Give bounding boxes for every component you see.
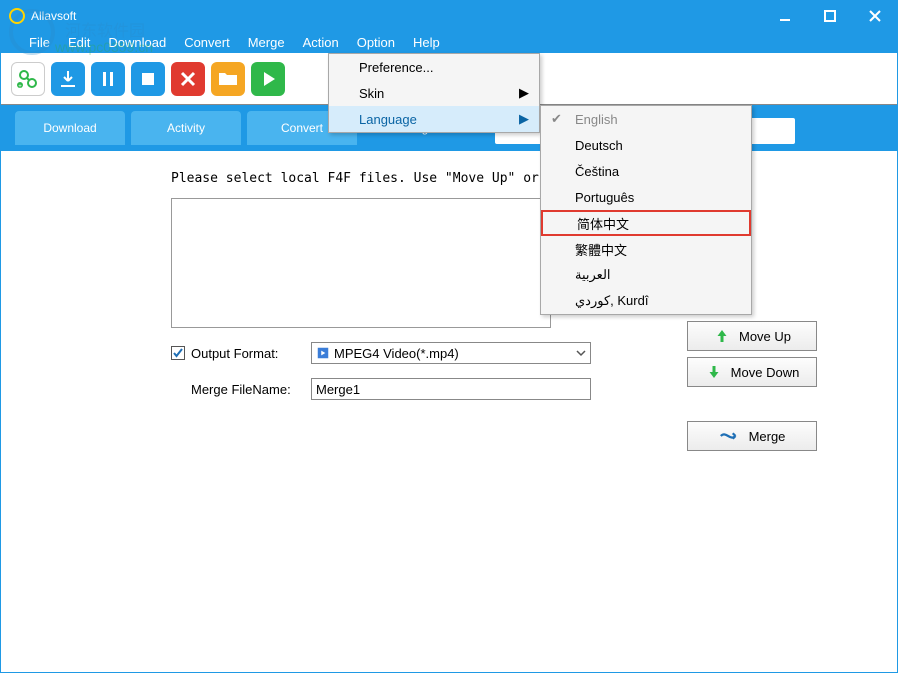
lang-kurdish[interactable]: كوردي, Kurdî bbox=[541, 288, 751, 314]
lang-traditional-chinese[interactable]: 繁體中文 bbox=[541, 236, 751, 262]
lang-deutsch[interactable]: Deutsch bbox=[541, 132, 751, 158]
menu-merge[interactable]: Merge bbox=[248, 35, 285, 50]
merge-button[interactable]: Merge bbox=[687, 421, 817, 451]
merge-label: Merge bbox=[749, 429, 786, 444]
menu-option[interactable]: Option bbox=[357, 35, 395, 50]
merge-arrow-icon bbox=[719, 428, 741, 444]
lang-portugues[interactable]: Português bbox=[541, 184, 751, 210]
output-format-combo[interactable]: MPEG4 Video(*.mp4) bbox=[311, 342, 591, 364]
svg-text:+: + bbox=[18, 84, 22, 90]
merge-panel: Please select local F4F files. Use "Move… bbox=[1, 151, 897, 400]
move-up-button[interactable]: Move Up bbox=[687, 321, 817, 351]
tab-download[interactable]: Download bbox=[15, 111, 125, 145]
output-format-checkbox[interactable] bbox=[171, 346, 185, 360]
chevron-down-icon bbox=[576, 348, 586, 358]
merge-filename-input[interactable]: Merge1 bbox=[311, 378, 591, 400]
move-up-label: Move Up bbox=[739, 329, 791, 344]
tab-activity[interactable]: Activity bbox=[131, 111, 241, 145]
output-format-label: Output Format: bbox=[191, 346, 311, 361]
check-icon: ✔ bbox=[551, 111, 562, 127]
app-logo-icon bbox=[9, 8, 25, 24]
move-down-label: Move Down bbox=[731, 365, 800, 380]
output-format-value: MPEG4 Video(*.mp4) bbox=[334, 346, 459, 361]
app-window: 河东软件园 www.pc0359.cn Allavsoft File Edit … bbox=[0, 0, 898, 673]
caret-right-icon: ▶ bbox=[519, 85, 529, 101]
lang-english[interactable]: ✔English bbox=[541, 106, 751, 132]
caret-right-icon: ▶ bbox=[519, 111, 529, 127]
minimize-button[interactable] bbox=[762, 1, 807, 31]
option-language[interactable]: Language▶ bbox=[329, 106, 539, 132]
delete-button[interactable] bbox=[171, 62, 205, 96]
option-preference[interactable]: Preference... bbox=[329, 54, 539, 80]
arrow-down-icon bbox=[705, 363, 723, 381]
menu-convert[interactable]: Convert bbox=[184, 35, 230, 50]
paste-url-button[interactable]: + bbox=[11, 62, 45, 96]
stop-button[interactable] bbox=[131, 62, 165, 96]
file-list[interactable] bbox=[171, 198, 551, 328]
arrow-up-icon bbox=[713, 327, 731, 345]
menu-file[interactable]: File bbox=[29, 35, 50, 50]
menu-edit[interactable]: Edit bbox=[68, 35, 90, 50]
lang-cestina[interactable]: Čeština bbox=[541, 158, 751, 184]
title-bar: Allavsoft bbox=[1, 1, 897, 31]
video-file-icon bbox=[316, 346, 330, 360]
menu-help[interactable]: Help bbox=[413, 35, 440, 50]
window-title: Allavsoft bbox=[31, 9, 762, 23]
close-button[interactable] bbox=[852, 1, 897, 31]
instruction-text: Please select local F4F files. Use "Move… bbox=[171, 171, 857, 186]
option-skin[interactable]: Skin▶ bbox=[329, 80, 539, 106]
menu-action[interactable]: Action bbox=[303, 35, 339, 50]
menu-download[interactable]: Download bbox=[108, 35, 166, 50]
open-folder-button[interactable] bbox=[211, 62, 245, 96]
language-menu: ✔English Deutsch Čeština Português 简体中文 … bbox=[540, 105, 752, 315]
move-down-button[interactable]: Move Down bbox=[687, 357, 817, 387]
merge-filename-label: Merge FileName: bbox=[191, 382, 311, 397]
lang-simplified-chinese[interactable]: 简体中文 bbox=[541, 210, 751, 236]
lang-arabic[interactable]: العربية bbox=[541, 262, 751, 288]
maximize-button[interactable] bbox=[807, 1, 852, 31]
play-button[interactable] bbox=[251, 62, 285, 96]
option-menu: Preference... Skin▶ Language▶ bbox=[328, 53, 540, 133]
download-button[interactable] bbox=[51, 62, 85, 96]
pause-button[interactable] bbox=[91, 62, 125, 96]
menu-bar: File Edit Download Convert Merge Action … bbox=[1, 31, 897, 53]
